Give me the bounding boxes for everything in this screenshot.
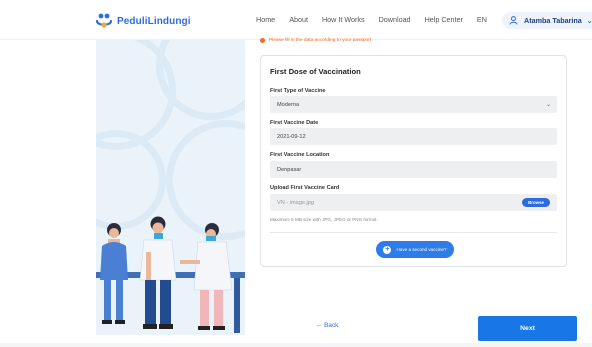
upload-label: Upload First Vaccine Card <box>270 185 340 191</box>
logo[interactable]: PeduliLindungi <box>95 12 191 30</box>
nav-how-it-works[interactable]: How It Works <box>322 15 365 24</box>
notice-text: Please fill in the data according to you… <box>269 38 372 43</box>
vaccine-date-value: 2021-09-12 <box>277 133 306 140</box>
card-title: First Dose of Vaccination <box>270 67 361 76</box>
nav-download[interactable]: Download <box>379 15 411 24</box>
nav-about[interactable]: About <box>289 15 308 24</box>
back-button[interactable]: ← Back <box>316 322 338 329</box>
chevron-down-icon: ⌄ <box>545 102 551 108</box>
vaccine-location-label: First Vaccine Location <box>270 152 330 158</box>
user-menu[interactable]: Atamba Tabarina ⌄ <box>502 12 592 29</box>
logo-icon <box>95 12 113 30</box>
user-name: Atamba Tabarina <box>524 16 582 25</box>
passport-notice: Please fill in the data according to you… <box>260 38 371 43</box>
chevron-down-icon: ⌄ <box>586 17 592 25</box>
upload-hint: Maximum 5 MB size with JPG, JPEG or PNG … <box>270 217 378 222</box>
vaccine-date-label: First Vaccine Date <box>270 120 319 126</box>
vaccine-location-field[interactable]: Denpasar <box>270 161 557 178</box>
next-button[interactable]: Next <box>478 316 577 341</box>
vaccine-date-field[interactable]: 2021-09-12 <box>270 128 557 145</box>
info-icon <box>260 38 265 43</box>
bottom-bar <box>0 343 592 347</box>
vaccine-location-value: Denpasar <box>277 166 302 173</box>
user-icon <box>509 16 518 25</box>
vaccination-illustration <box>96 40 245 335</box>
second-vaccine-button[interactable]: + Have a second vaccine? <box>376 241 454 258</box>
upload-file-name: VN - image.jpg <box>277 199 314 206</box>
top-header: PeduliLindungi Home About How It Works D… <box>0 0 592 40</box>
vaccine-type-select[interactable]: Moderna ⌄ <box>270 96 557 113</box>
nav-home[interactable]: Home <box>256 15 275 24</box>
second-vaccine-label: Have a second vaccine? <box>396 247 447 252</box>
arrow-left-icon: ← <box>316 322 323 329</box>
back-label: Back <box>324 322 339 329</box>
first-dose-card: First Dose of Vaccination First Type of … <box>260 55 567 267</box>
browse-button[interactable]: Browse <box>522 198 550 207</box>
page: PeduliLindungi Home About How It Works D… <box>0 0 592 347</box>
main-nav: Home About How It Works Download Help Ce… <box>256 15 533 24</box>
vaccine-type-label: First Type of Vaccine <box>270 88 326 94</box>
vaccine-type-value: Moderna <box>277 101 300 108</box>
plus-icon: + <box>383 245 392 254</box>
nav-help-center[interactable]: Help Center <box>425 15 463 24</box>
upload-field[interactable]: VN - image.jpg Browse <box>270 194 557 211</box>
language-label: EN <box>476 15 487 24</box>
divider <box>270 232 557 233</box>
logo-text: PeduliLindungi <box>117 15 191 27</box>
next-label: Next <box>520 325 535 332</box>
